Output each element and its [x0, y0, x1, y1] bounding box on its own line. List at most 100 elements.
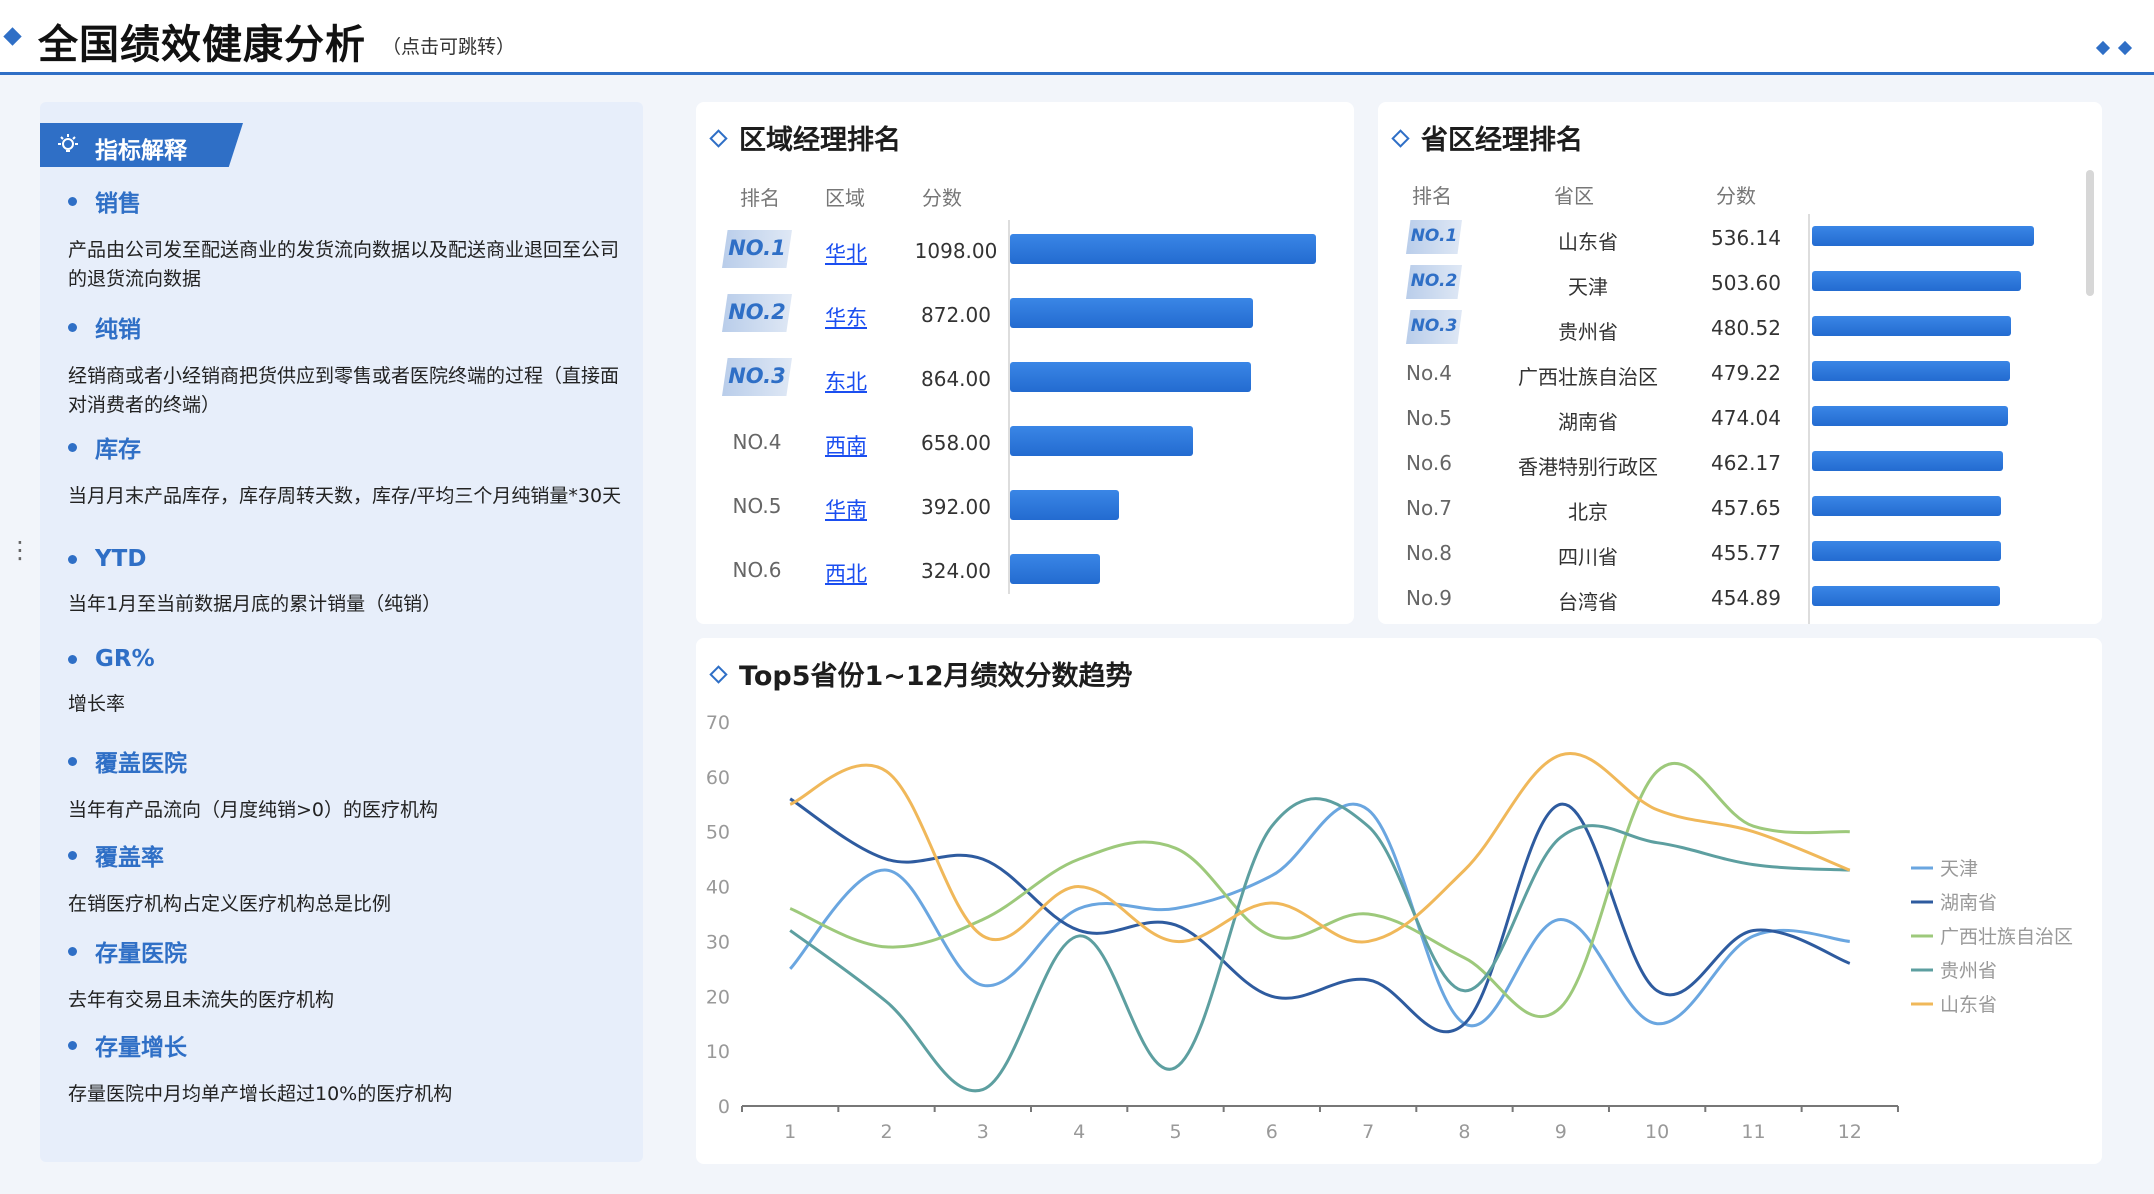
trend-line-chart: 0102030405060701 2 3 4 5 6 7 8 9 10 11 12天津湖南省广西壮族自…	[706, 712, 2073, 1143]
province-score: 454.89	[1711, 586, 1781, 610]
term-desc: 增长率	[68, 693, 126, 715]
title-diamond-icon	[3, 27, 22, 46]
term-item: 库存当月月末产品库存，库存周转天数，库存/平均三个月纯销量*30天	[68, 430, 628, 511]
term-desc: 当年1月至当前数据月底的累计销量（纯销）	[68, 593, 442, 615]
province-rank-row: NO.3 贵州省 480.52	[1378, 308, 2102, 348]
rank-text: No.5	[1406, 406, 1452, 430]
rank-badge-text: NO.2	[1410, 271, 1458, 291]
top5-trend-card: Top5省份1~12月绩效分数趋势 0 10 20 30 40 50 60 70 1 2 3 4 5 6 7…	[696, 638, 2102, 1164]
region-score: 864.00	[921, 367, 991, 391]
region-link[interactable]: 华南	[825, 494, 867, 524]
term-name: 覆盖率	[95, 845, 164, 871]
col-header-score: 分数	[1716, 184, 1756, 208]
rank-text: No.8	[1406, 541, 1452, 565]
term-desc: 在销医疗机构占定义医疗机构总是比例	[68, 893, 392, 915]
y-tick-label: 70	[706, 712, 730, 734]
series-line-1[interactable]	[789, 802, 1850, 1028]
term-item: 覆盖医院 当年有产品流向（月度纯销>0）的医疗机构	[68, 744, 628, 825]
legend-item[interactable]: 天津	[1940, 858, 1978, 880]
x-tick-label: 12	[1838, 1121, 1862, 1143]
region-rank-row: NO.5 华南 392.00	[696, 486, 1354, 526]
region-score-bar	[1010, 554, 1100, 584]
x-tick-label: 10	[1645, 1121, 1669, 1143]
province-name: 香港特别行政区	[1518, 455, 1658, 479]
region-rank-row: NO.6 西北 324.00	[696, 550, 1354, 590]
rank-badge: NO.2	[722, 294, 792, 332]
region-score-bar	[1010, 298, 1253, 328]
term-desc: 当月月末产品库存，库存周转天数，库存/平均三个月纯销量*30天	[68, 485, 622, 507]
col-header-region: 区域	[825, 186, 865, 210]
x-tick-label: 11	[1741, 1121, 1765, 1143]
rank-text: NO.5	[732, 494, 782, 518]
rank-badge: NO.1	[722, 230, 792, 268]
term-item: 销售 产品由公司发至配送商业的发货流向数据以及配送商业退回至公司的退货流向数据	[68, 184, 628, 294]
rank-badge: NO.3	[722, 358, 792, 396]
rank-text: No.7	[1406, 496, 1452, 520]
legend-item[interactable]: 贵州省	[1940, 960, 1997, 982]
region-link[interactable]: 华北	[825, 238, 867, 268]
series-line-5[interactable]	[789, 751, 1851, 944]
term-name: GR%	[95, 646, 155, 672]
lightbulb-icon	[58, 134, 78, 152]
province-score-bar	[1812, 541, 2001, 561]
province-rank-row: No.4 广西壮族自治区 479.22	[1378, 353, 2102, 393]
page-title[interactable]: 全国绩效健康分析	[38, 12, 366, 70]
province-score: 479.22	[1711, 361, 1781, 385]
x-tick-label: 6	[1266, 1121, 1278, 1143]
province-score: 480.52	[1711, 316, 1781, 340]
province-rank-title: 省区经理排名	[1391, 118, 1583, 157]
x-tick-label: 2	[880, 1121, 892, 1143]
indicator-explanation-panel: 指标解释 销售 产品由公司发至配送商业的发货流向数据以及配送商业退回至公司的退货流…	[40, 102, 643, 1162]
indicator-explanation-tag: 指标解释	[40, 123, 243, 167]
province-score: 474.04	[1711, 406, 1781, 430]
legend-item[interactable]: 湖南省	[1940, 892, 1997, 914]
region-link[interactable]: 东北	[825, 366, 867, 396]
col-header-province: 省区	[1554, 184, 1594, 208]
term-item: YTD 当年1月至当前数据月底的累计销量（纯销）	[68, 546, 628, 619]
series-line-4[interactable]	[789, 797, 1850, 1093]
header-bar: 全国绩效健康分析 （点击可跳转）	[0, 0, 2154, 75]
page-subtitle: （点击可跳转）	[382, 36, 516, 58]
x-tick-label: 1	[784, 1121, 796, 1143]
y-tick-label: 20	[706, 986, 730, 1008]
region-rank-title-text: 区域经理排名	[739, 125, 901, 156]
term-name: 销售	[95, 191, 141, 217]
y-tick-label: 50	[706, 822, 730, 844]
bullet-icon	[68, 850, 77, 860]
legend-item[interactable]: 广西壮族自治区	[1940, 926, 2073, 948]
region-link[interactable]: 华东	[825, 302, 867, 332]
y-tick-label: 0	[718, 1096, 730, 1118]
x-tick-label: 3	[977, 1121, 989, 1143]
province-name: 贵州省	[1558, 320, 1618, 344]
col-header-rank: 排名	[740, 186, 780, 210]
region-score: 658.00	[921, 431, 991, 455]
term-desc: 存量医院中月均单产增长超过10%的医疗机构	[68, 1083, 453, 1105]
bullet-icon	[68, 554, 77, 564]
region-link[interactable]: 西北	[825, 558, 867, 588]
term-name: 库存	[95, 437, 141, 463]
province-rank-row: NO.2 天津 503.60	[1378, 263, 2102, 303]
rank-text: NO.4	[732, 430, 782, 454]
province-list-scrollbar[interactable]	[2086, 170, 2094, 296]
province-rank-row: No.7 北京 457.65	[1378, 488, 2102, 528]
legend-item[interactable]: 山东省	[1940, 994, 1997, 1016]
term-name: 纯销	[95, 317, 141, 343]
region-score-bar	[1010, 362, 1251, 392]
rank-badge-text: NO.3	[728, 364, 786, 388]
bullet-icon	[68, 442, 77, 452]
x-tick-label: 7	[1362, 1121, 1374, 1143]
rank-badge: NO.3	[1406, 310, 1462, 344]
region-link[interactable]: 西南	[825, 430, 867, 460]
province-score-bar	[1812, 226, 2034, 246]
series-line-2[interactable]	[789, 797, 1851, 1034]
province-score: 462.17	[1711, 451, 1781, 475]
region-rank-row: NO.2 华东 872.00	[696, 294, 1354, 334]
province-name: 广西壮族自治区	[1518, 365, 1658, 389]
term-item: 存量增长 存量医院中月均单产增长超过10%的医疗机构	[68, 1028, 628, 1109]
drag-handle-icon[interactable]: ⋮	[8, 538, 32, 562]
rank-text: No.6	[1406, 451, 1452, 475]
term-name: YTD	[95, 546, 147, 572]
term-item: GR% 增长率	[68, 646, 628, 719]
province-score: 457.65	[1711, 496, 1781, 520]
region-rank-row: NO.3 东北 864.00	[696, 358, 1354, 398]
